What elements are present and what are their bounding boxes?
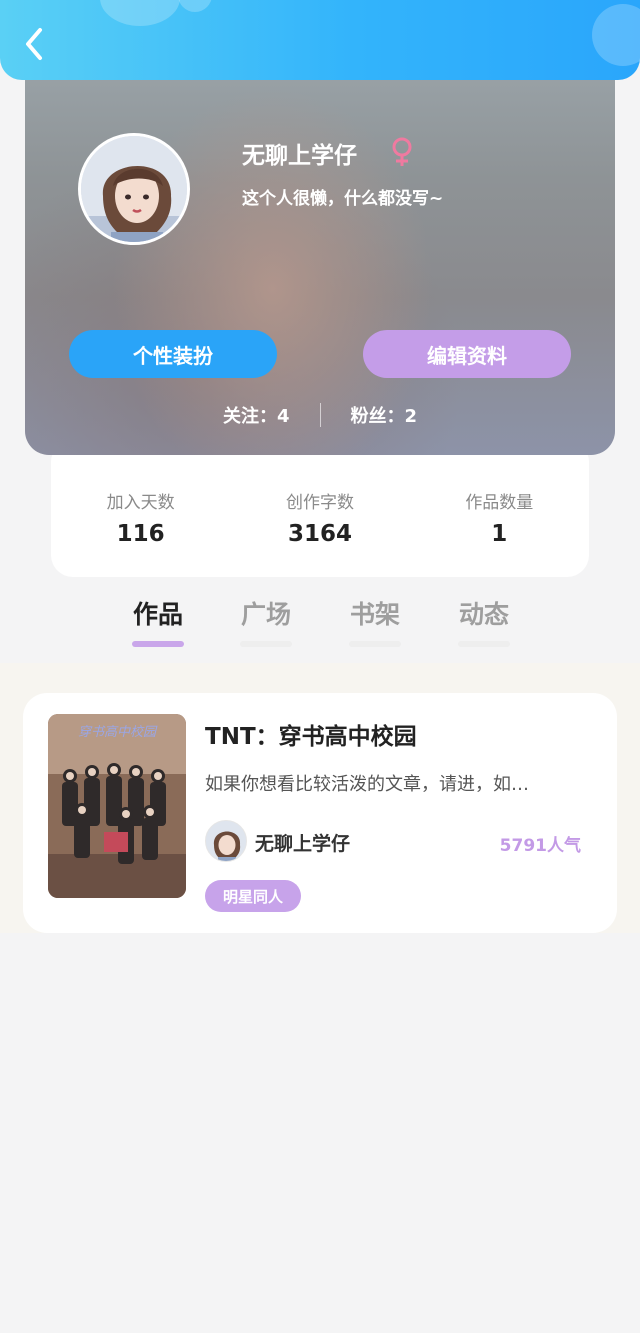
tab-label: 动态 [458,600,509,629]
stat-word-count: 创作字数 3164 [240,488,400,577]
tab-indicator [349,641,401,647]
book-cover[interactable]: 穿书高中校园 [48,714,186,898]
tab-works[interactable]: 作品 [123,595,193,647]
stat-value: 1 [491,521,508,547]
work-description: 如果你想看比较活泼的文章，请进，如… [205,774,529,795]
stat-value: 3164 [287,521,352,547]
chevron-left-icon [26,28,42,60]
tab-label: 作品 [132,600,183,629]
decor-bubble [178,0,212,12]
decor-bubble [592,4,640,66]
stat-label: 加入天数 [106,493,175,513]
cover-caption: 穿书高中校园 [78,725,158,740]
decor-bubble [100,0,180,26]
tab-bookshelf[interactable]: 书架 [340,595,410,647]
tab-indicator [240,641,292,647]
popularity-count: 5791人气 [499,836,581,856]
category-tag[interactable]: 明星同人 [205,880,302,912]
tab-label: 书架 [349,600,400,629]
female-symbol-icon [389,136,415,172]
stat-label: 创作字数 [285,493,354,513]
top-bar [0,0,640,80]
back-button[interactable] [14,22,54,66]
follow-stats: 关注：4 粉丝：2 [25,400,615,430]
divider [319,403,321,427]
work-card[interactable]: 穿书高中校园 TNT：穿书高中校园 如果你想看比较活泼的文章，请进，如… 无聊上… [23,693,617,933]
bio-text: 这个人很懒，什么都没写~ [242,189,444,209]
tab-bar: 作品 广场 书架 动态 [100,595,540,655]
stat-works-count: 作品数量 1 [419,488,579,577]
tab-label: 广场 [240,600,291,629]
tab-plaza[interactable]: 广场 [231,595,301,647]
following-count[interactable]: 关注：4 [223,402,290,428]
author-name[interactable]: 无聊上学仔 [255,829,350,856]
work-title[interactable]: TNT：穿书高中校园 [205,717,417,751]
username: 无聊上学仔 [242,143,357,169]
tab-indicator [132,641,184,647]
avatar-illustration [81,136,187,242]
cover-image: 穿书高中校园 [48,714,186,898]
dress-up-button[interactable]: 个性装扮 [69,330,277,378]
profile-card: 无聊上学仔 这个人很懒，什么都没写~ 个性装扮 编辑资料 关注：4 粉丝：2 [25,60,615,455]
stat-label: 作品数量 [465,493,534,513]
profile-page: 无聊上学仔 这个人很懒，什么都没写~ 个性装扮 编辑资料 关注：4 粉丝：2 加… [0,0,640,1333]
avatar[interactable] [78,133,190,245]
stat-value: 116 [116,521,165,547]
author-avatar[interactable] [205,820,247,862]
stat-join-days: 加入天数 116 [61,488,221,577]
followers-count[interactable]: 粉丝：2 [351,402,418,428]
edit-profile-button[interactable]: 编辑资料 [363,330,571,378]
stats-card: 加入天数 116 创作字数 3164 作品数量 1 [51,440,589,577]
works-list: 穿书高中校园 TNT：穿书高中校园 如果你想看比较活泼的文章，请进，如… 无聊上… [0,663,640,933]
tab-activity[interactable]: 动态 [449,595,519,647]
author-avatar-illustration [206,821,246,861]
tab-indicator [458,641,510,647]
